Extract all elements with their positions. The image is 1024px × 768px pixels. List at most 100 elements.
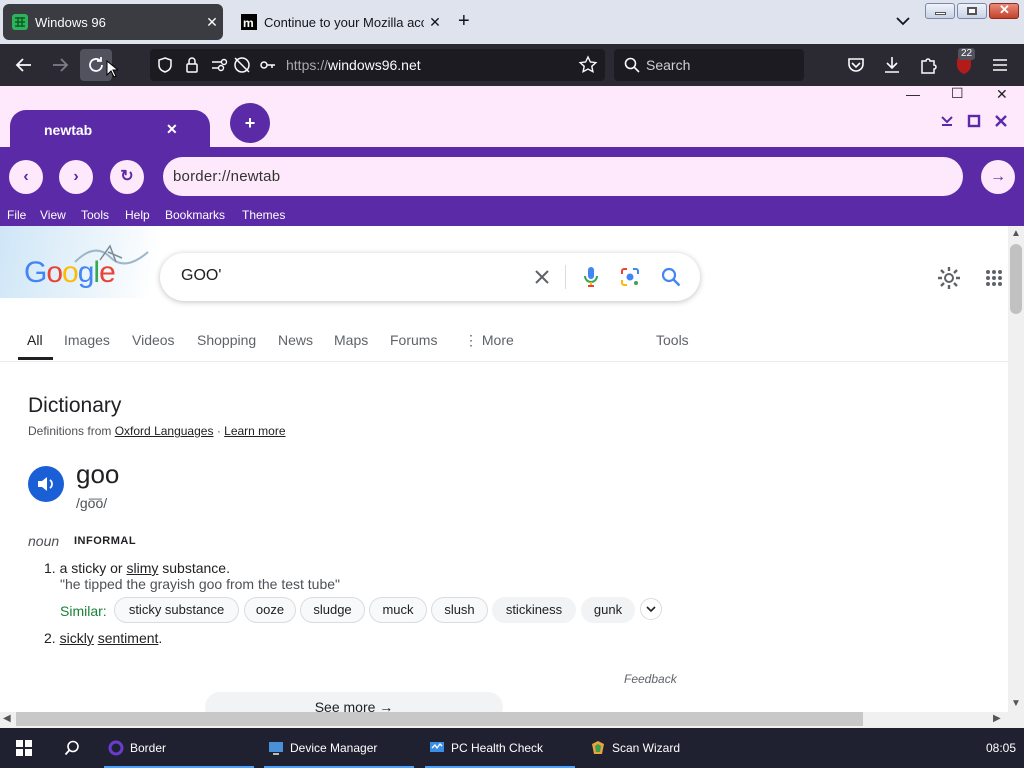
see-more-button[interactable]: See more → <box>205 692 503 712</box>
search-icon <box>624 57 640 73</box>
search-submit-icon[interactable] <box>660 266 682 288</box>
border-new-tab-button[interactable]: + <box>230 103 270 143</box>
border-maximize-icon[interactable] <box>967 114 981 128</box>
scroll-up-icon[interactable]: ▲ <box>1011 228 1021 239</box>
similar-chip[interactable]: sticky substance <box>114 597 239 623</box>
google-doodle-logo[interactable]: Google <box>0 226 170 298</box>
menu-bookmarks[interactable]: Bookmarks <box>165 208 225 222</box>
tab-news[interactable]: News <box>278 332 313 348</box>
minimize-icon[interactable]: — <box>906 86 920 102</box>
definition-1: 1. a sticky or slimy substance. <box>44 560 230 576</box>
tab-images[interactable]: Images <box>64 332 110 348</box>
autoplay-blocked-icon[interactable] <box>232 55 252 75</box>
border-close-icon[interactable] <box>994 114 1008 128</box>
extensions-puzzle-icon[interactable] <box>917 54 939 76</box>
shield-icon[interactable] <box>156 56 174 74</box>
border-reload-button[interactable]: ↻ <box>110 160 144 194</box>
dictionary-source: Definitions from Oxford Languages · Lear… <box>28 424 286 438</box>
menu-tools[interactable]: Tools <box>81 208 109 222</box>
similar-chip[interactable]: slush <box>431 597 488 623</box>
phonetic: /go͞o/ <box>76 495 108 511</box>
border-go-button[interactable]: → <box>981 160 1015 194</box>
lens-camera-icon[interactable] <box>619 266 641 288</box>
search-query[interactable]: GOO' <box>181 267 221 285</box>
window-minimize-button[interactable] <box>925 3 955 19</box>
taskbar-item-device-manager[interactable]: Device Manager <box>264 728 414 768</box>
taskbar-search-icon[interactable] <box>64 740 80 756</box>
voice-search-mic-icon[interactable] <box>581 265 601 289</box>
border-tab-close-icon[interactable]: ✕ <box>166 121 178 138</box>
menu-view[interactable]: View <box>40 208 66 222</box>
similar-chip[interactable]: sludge <box>300 597 365 623</box>
maximize-icon[interactable]: ☐ <box>951 85 964 102</box>
sickly-link[interactable]: sickly <box>60 630 94 646</box>
chevron-down-icon[interactable] <box>894 12 912 30</box>
similar-expand-button[interactable] <box>640 598 662 620</box>
menu-themes[interactable]: Themes <box>242 208 285 222</box>
tab-shopping[interactable]: Shopping <box>197 332 256 348</box>
horizontal-scroll-thumb[interactable] <box>16 712 863 726</box>
apps-grid-icon[interactable] <box>985 269 1003 287</box>
clear-search-icon[interactable] <box>532 267 552 287</box>
scroll-down-icon[interactable]: ▼ <box>1011 698 1021 709</box>
tab-more[interactable]: ⋮ More <box>464 332 514 349</box>
taskbar-clock[interactable]: 08:05 <box>986 741 1016 755</box>
similar-chip[interactable]: stickiness <box>492 597 576 623</box>
similar-chip[interactable]: muck <box>369 597 427 623</box>
border-address-bar[interactable]: border://newtab <box>163 157 963 196</box>
start-windows-icon[interactable] <box>16 740 32 756</box>
key-icon[interactable] <box>259 56 277 74</box>
windows96-favicon-icon <box>12 14 28 30</box>
vertical-scroll-thumb[interactable] <box>1010 244 1022 314</box>
sentiment-link[interactable]: sentiment <box>98 630 159 646</box>
border-tab-label: newtab <box>44 122 93 138</box>
settings-gear-icon[interactable] <box>937 266 961 290</box>
border-minimize-icon[interactable] <box>940 114 954 128</box>
new-tab-plus-icon[interactable]: + <box>458 11 470 31</box>
tab-videos[interactable]: Videos <box>132 332 175 348</box>
downloads-icon[interactable] <box>881 54 903 76</box>
url-text[interactable]: https://windows96.net <box>286 57 421 73</box>
tab-maps[interactable]: Maps <box>334 332 368 348</box>
scroll-left-icon[interactable]: ◀ <box>3 713 11 724</box>
oxford-languages-link[interactable]: Oxford Languages <box>115 424 214 438</box>
tab-mozilla-account[interactable]: m Continue to your Mozilla account ✕ <box>232 4 446 40</box>
window-restore-button[interactable] <box>957 3 987 19</box>
permissions-icon[interactable] <box>210 56 230 74</box>
url-bar[interactable]: https://windows96.net <box>150 49 605 81</box>
close-icon[interactable]: ✕ <box>996 86 1008 103</box>
learn-more-link[interactable]: Learn more <box>224 424 285 438</box>
similar-chip[interactable]: gunk <box>581 597 635 623</box>
lock-icon[interactable] <box>183 56 201 74</box>
tab-close-icon[interactable]: ✕ <box>201 14 223 31</box>
svg-text:m: m <box>243 16 254 30</box>
border-forward-button[interactable]: › <box>59 160 93 194</box>
taskbar-item-scan-wizard[interactable]: Scan Wizard <box>586 728 736 768</box>
tab-forums[interactable]: Forums <box>390 332 437 348</box>
menu-file[interactable]: File <box>7 208 26 222</box>
border-back-button[interactable]: ‹ <box>9 160 43 194</box>
pronounce-speaker-button[interactable] <box>28 466 64 502</box>
menu-help[interactable]: Help <box>125 208 150 222</box>
search-bar[interactable]: Search <box>614 49 804 81</box>
window-close-button[interactable]: ✕ <box>989 2 1019 19</box>
border-tab-newtab[interactable]: newtab ✕ <box>10 110 210 147</box>
google-logo-text: Google <box>24 256 116 290</box>
back-arrow-icon[interactable] <box>13 54 35 76</box>
hamburger-menu-icon[interactable] <box>989 54 1011 76</box>
forward-arrow-icon[interactable] <box>49 54 71 76</box>
tab-tools[interactable]: Tools <box>656 332 689 348</box>
tab-windows96[interactable]: Windows 96 ✕ <box>3 4 223 40</box>
scroll-right-icon[interactable]: ▶ <box>993 713 1001 724</box>
tab-all[interactable]: All <box>27 332 43 348</box>
pocket-icon[interactable] <box>845 54 867 76</box>
slimy-link[interactable]: slimy <box>126 560 158 576</box>
source-separator: · <box>216 424 221 438</box>
bookmark-star-icon[interactable] <box>578 55 598 75</box>
feedback-link[interactable]: Feedback <box>624 672 677 686</box>
taskbar-item-border[interactable]: Border <box>104 728 254 768</box>
tab-close-icon[interactable]: ✕ <box>424 14 446 31</box>
taskbar-item-pc-health-check[interactable]: PC Health Check <box>425 728 575 768</box>
similar-chip[interactable]: ooze <box>244 597 296 623</box>
google-search-box[interactable]: GOO' <box>160 253 700 301</box>
